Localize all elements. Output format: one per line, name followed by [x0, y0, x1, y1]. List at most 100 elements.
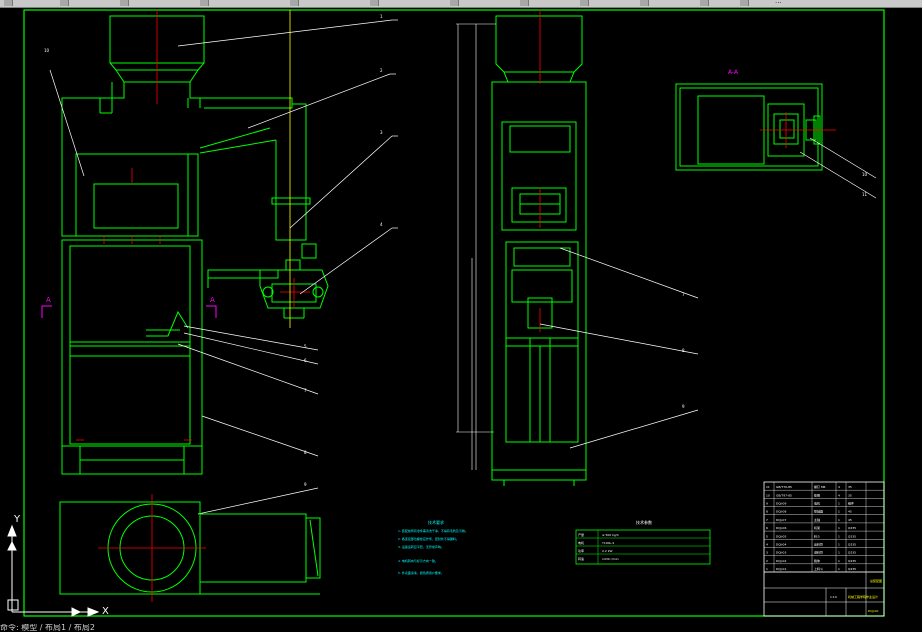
bom-cell: 5 [766, 534, 768, 538]
bom-cell: 4 [838, 493, 840, 497]
bom-cell: 45 [848, 510, 852, 514]
section-aa-view[interactable] [675, 83, 823, 171]
svg-text:4: 4 [380, 222, 383, 227]
toolbar-button[interactable] [740, 0, 749, 6]
status-bar: 命令: 模型 / 布局1 / 布局2 [0, 624, 922, 632]
svg-text:8: 8 [682, 348, 685, 353]
bom-cell: Q235 [848, 526, 856, 530]
spec-k2: 电机 [578, 540, 584, 545]
balloon-short-lines [390, 19, 398, 229]
tech-note-1: 1. 装配前所有零件需清洗干净，不得有毛刺及污物。 [398, 528, 468, 533]
bom-cell: 料斗 [814, 533, 820, 538]
bom-cell: 箱体 [814, 558, 820, 563]
plan-centerlines [98, 494, 206, 602]
leaders-left [49, 19, 393, 515]
bom-cell: DQJ-03 [776, 551, 786, 555]
spec-k1: 产量 [578, 532, 584, 537]
bom-cell: Q235 [848, 567, 856, 571]
dimension-lines [456, 23, 496, 470]
toolbar-button[interactable] [290, 0, 299, 6]
toolbar-button[interactable] [700, 0, 709, 6]
lower-frame [61, 239, 203, 447]
bom-cell: 1 [838, 567, 840, 571]
bom-cell: 1 [838, 551, 840, 555]
bom-cell: 1 [838, 526, 840, 530]
bom-cell: 11 [766, 485, 770, 489]
spec-title: 技术参数 [636, 519, 652, 525]
upper-box [75, 153, 189, 237]
svg-text:7: 7 [682, 292, 685, 297]
section-marker-left: A [46, 296, 51, 304]
toolbar: ... [0, 0, 922, 8]
bom-cell: DQJ-06 [776, 526, 786, 530]
bom-cell: 1 [838, 542, 840, 546]
bom-cell: 联轴器 [814, 509, 823, 514]
bom-cell: Q235 [848, 551, 856, 555]
bom-cell: 1 [838, 510, 840, 514]
title-block-drawing-no: DQJ-00 [868, 609, 878, 613]
spec-v3: 2.2 kW [602, 549, 612, 553]
tech-notes: 技术要求 1. 装配前所有零件需清洗干净，不得有毛刺及污物。 2. 各连接部位螺… [398, 519, 468, 575]
bom-cell: Q235 [848, 542, 856, 546]
bom-cell: 1 [838, 518, 840, 522]
title-block-scale: 1:10 [830, 595, 837, 599]
tech-notes-title: 技术要求 [428, 519, 444, 525]
bom-cell: 组件 [848, 501, 854, 506]
toolbar-button[interactable] [4, 0, 13, 6]
bom-cell: 9 [766, 502, 768, 506]
bom-cell: DQJ-07 [776, 518, 786, 522]
bom-cell: 10 [766, 493, 770, 497]
bom-cell: DQJ-02 [776, 559, 786, 563]
svg-text:9: 9 [304, 482, 307, 487]
bom-cell: 机架 [814, 525, 820, 530]
spec-k4: 转速 [578, 556, 584, 561]
svg-text:8: 8 [304, 450, 307, 455]
bom-cell: 上料斗 [814, 566, 823, 571]
toolbar-button[interactable] [120, 0, 129, 6]
bom-cell: 出料管 [814, 541, 823, 546]
svg-text:9: 9 [682, 404, 685, 409]
spec-table: 技术参数 产量 ≥ 500 kg/h 电机 Y100L-4 功率 2.2 kW … [575, 519, 711, 565]
svg-text:6: 6 [304, 358, 307, 363]
toolbar-button[interactable] [200, 0, 209, 6]
toolbar-button[interactable] [520, 0, 529, 6]
svg-text:2: 2 [380, 68, 383, 73]
svg-text:11: 11 [862, 192, 868, 197]
svg-text:1: 1 [380, 14, 383, 19]
bom-cell: 4 [838, 485, 840, 489]
bom-cell: 主轴 [814, 517, 820, 522]
bom-cell: Q235 [848, 534, 856, 538]
bom-cell: 1 [838, 502, 840, 506]
bom-cell: 电机 [814, 501, 820, 506]
bom-cell: 35 [848, 493, 852, 497]
centerlines-front [76, 10, 310, 441]
toolbar-button[interactable] [370, 0, 379, 6]
tech-note-4: 4. 电机转向与标示方向一致。 [398, 558, 438, 563]
bom-cell: DQJ-05 [776, 534, 786, 538]
front-view[interactable] [61, 15, 329, 475]
bom-cell: DQJ-09 [776, 502, 786, 506]
toolbar-button[interactable] [450, 0, 459, 6]
bom-cell: 6 [766, 526, 768, 530]
ucs-icon [7, 524, 100, 617]
bom-cell: 3 [766, 551, 768, 555]
side-view[interactable] [491, 15, 587, 486]
balloon-numbers-right: 10 11 [862, 172, 868, 197]
bom-cell: Q235 [848, 559, 856, 563]
balloon-numbers-left: 1 2 3 4 5 6 7 8 9 10 [44, 14, 383, 487]
tech-note-2: 2. 各连接部位螺栓应拧紧，密封处不得漏料。 [398, 536, 459, 541]
drawing-canvas[interactable]: A A 1 2 3 4 5 6 7 8 9 10 7 8 9 A-A 10 11… [0, 8, 922, 624]
svg-text:3: 3 [380, 130, 383, 135]
bom-cell: 45 [848, 518, 852, 522]
ucs-y-label: Y [13, 514, 21, 525]
svg-text:7: 7 [304, 388, 307, 393]
bom-cell: 8 [766, 510, 768, 514]
toolbar-button[interactable] [580, 0, 589, 6]
spec-v2: Y100L-4 [602, 541, 614, 545]
bom-cell: 4 [766, 542, 768, 546]
bom-cell: DQJ-04 [776, 542, 786, 546]
bom-cell: GB/T97-85 [776, 493, 792, 497]
toolbar-button[interactable] [640, 0, 649, 6]
toolbar-button[interactable] [60, 0, 69, 6]
tech-note-5: 5. 外表面涂漆，颜色按用户要求。 [398, 570, 444, 575]
